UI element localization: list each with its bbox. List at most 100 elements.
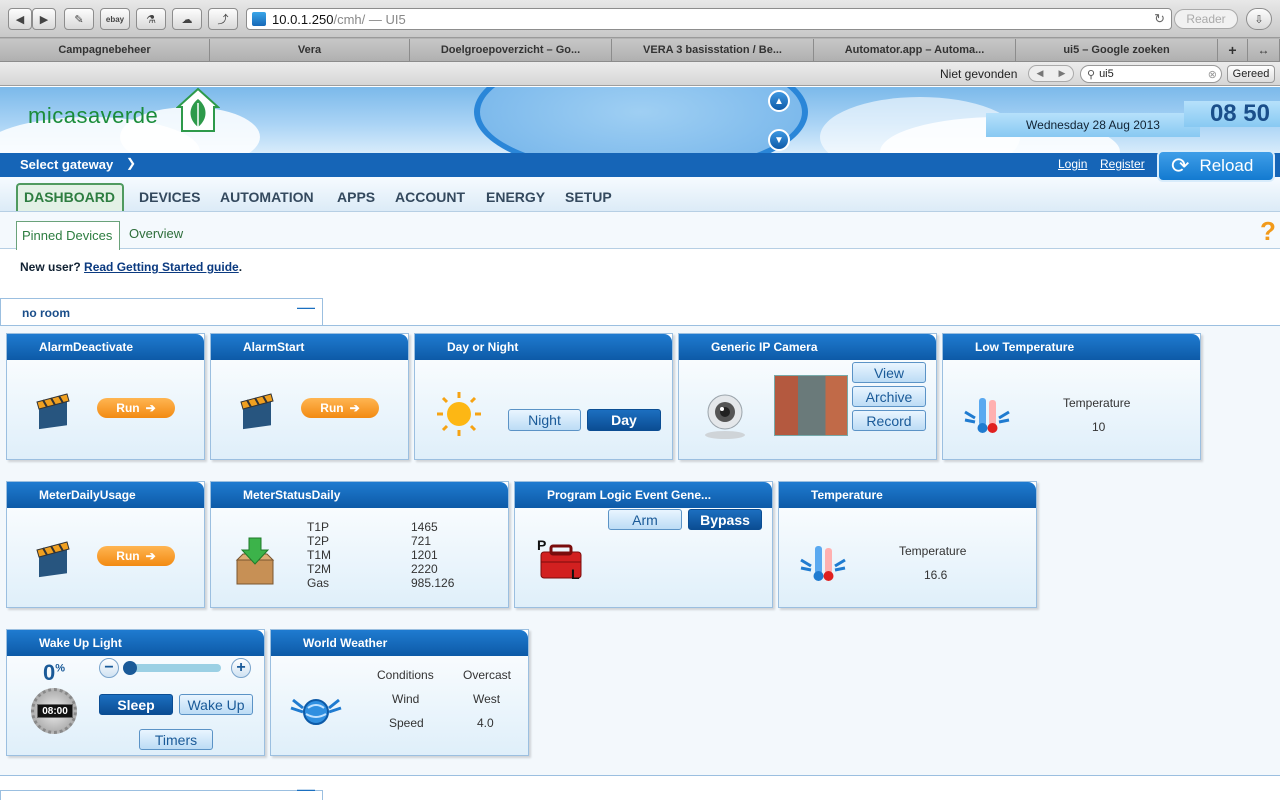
thermometer-icon [800,546,846,581]
device-card-world-weather: World Weather Conditions Overcast Wind W… [270,629,529,756]
device-card-wake-up-light: Wake Up Light 0% 08:00 − + Sleep Wake Up… [6,629,265,756]
alarm-clock-icon: 08:00 [31,688,77,734]
subtab-overview[interactable]: Overview [129,226,183,241]
page-header: micasaverde ▲ ▼ Wednesday 28 Aug 2013 08… [0,87,1280,153]
thermometer-icon [964,398,1010,433]
search-icon: ⚲ [1087,68,1096,81]
collapse-icon[interactable]: — [297,779,315,800]
url-domain: 10.0.1.250 [272,11,334,27]
dimmer-slider[interactable] [123,661,221,675]
login-link[interactable]: Login [1058,157,1087,171]
arm-button[interactable]: Arm [608,509,682,530]
svg-text:P: P [537,537,546,553]
date-display: Wednesday 28 Aug 2013 [986,113,1200,137]
ebay-bookmark-icon[interactable]: ebay [100,8,130,30]
browser-tab-bar: Campagnebeheer Vera Doelgroepoverzicht –… [0,38,1280,62]
tab-dashboard[interactable]: DASHBOARD [24,189,115,205]
browser-tab[interactable]: Vera [210,39,410,61]
meter-value: 1465 [411,520,438,534]
device-card-day-night: Day or Night Night Day [414,333,673,460]
day-button[interactable]: Day [587,409,661,431]
browser-tab[interactable]: Campagnebeheer [0,39,210,61]
device-title: MeterStatusDaily [211,482,508,508]
tab-overview-icon[interactable]: ↔ [1248,39,1280,61]
decrease-icon[interactable]: − [99,658,119,678]
reload-button[interactable]: ⟳ Reload [1157,150,1275,182]
tab-setup[interactable]: SETUP [565,189,612,205]
run-button[interactable]: Run ➔ [97,398,175,418]
tab-energy[interactable]: ENERGY [486,189,545,205]
scroll-down-icon[interactable]: ▼ [768,129,790,151]
arrow-right-icon: ➔ [145,401,156,415]
find-nav[interactable]: ◀ ▶ [1028,65,1074,82]
run-button[interactable]: Run ➔ [97,546,175,566]
forward-icon[interactable]: ▶ [32,8,56,30]
cloud-icon[interactable]: ☁ [172,8,202,30]
bypass-button[interactable]: Bypass [688,509,762,530]
browser-tab[interactable]: VERA 3 basisstation / Be... [612,39,814,61]
tab-automation[interactable]: AUTOMATION [220,189,314,205]
device-title: Generic IP Camera [679,334,936,360]
help-icon[interactable]: ? [1260,216,1276,247]
svg-text:L: L [571,566,580,580]
subtab-pinned-devices[interactable]: Pinned Devices [22,228,112,243]
find-done-button[interactable]: Gereed [1227,65,1275,83]
back-icon[interactable]: ◀ [8,8,32,30]
clear-icon[interactable]: ⊗ [1208,68,1217,81]
record-button[interactable]: Record [852,410,926,431]
browser-tab[interactable]: Doelgroepoverzicht – Go... [410,39,612,61]
find-prev-icon[interactable]: ◀ [1037,68,1044,79]
download-box-icon [235,537,275,585]
getting-started-link[interactable]: Read Getting Started guide [84,260,239,274]
select-gateway[interactable]: Select gateway [20,157,113,172]
browser-tab[interactable]: Automator.app – Automa... [814,39,1016,61]
device-title: Low Temperature [943,334,1200,360]
share-icon[interactable]: ⤴ [208,8,238,30]
tab-devices[interactable]: DEVICES [139,189,200,205]
download-icon[interactable]: ⇩ [1246,8,1272,30]
bookmark-icon[interactable]: ⚗ [136,8,166,30]
temperature-label: Temperature [1063,396,1131,410]
increase-icon[interactable]: + [231,658,251,678]
meter-key: Gas [307,576,330,590]
find-next-icon[interactable]: ▶ [1059,68,1066,79]
tab-account[interactable]: ACCOUNT [395,189,465,205]
wake-up-button[interactable]: Wake Up [179,694,253,715]
device-title: Program Logic Event Gene... [515,482,772,508]
find-input[interactable]: ⚲ ui5 ⊗ [1080,65,1222,83]
sleep-button[interactable]: Sleep [99,694,173,715]
device-card-camera: Generic IP Camera View Archive Record [678,333,937,460]
run-label: Run [320,401,344,415]
archive-button[interactable]: Archive [852,386,926,407]
reload-label: Reload [1199,156,1254,175]
tab-apps[interactable]: APPS [337,189,375,205]
browser-tab[interactable]: ui5 – Google zoeken [1016,39,1218,61]
sub-tabs: Pinned Devices Overview ? [0,212,1280,250]
run-button[interactable]: Run ➔ [301,398,379,418]
find-input-value: ui5 [1099,68,1114,80]
timers-button[interactable]: Timers [139,729,213,750]
scene-clapper-icon [36,541,70,578]
night-button[interactable]: Night [508,409,581,431]
new-tab-icon[interactable]: + [1218,39,1248,61]
scroll-up-icon[interactable]: ▲ [768,90,790,112]
edit-icon[interactable]: ✎ [64,8,94,30]
dimmer-level-value: 0 [43,660,56,685]
room-name: no room [22,306,70,320]
temperature-value: 16.6 [924,568,948,582]
refresh-icon[interactable]: ↻ [1154,11,1165,27]
meter-value: 721 [411,534,432,548]
device-card-alarm-start: AlarmStart Run ➔ [210,333,409,460]
reader-button[interactable]: Reader [1174,9,1238,29]
address-bar[interactable]: 10.0.1.250 /cmh/ — UI5 ↻ [246,8,1172,30]
camera-thumbnail[interactable] [774,375,848,436]
new-user-notice: New user? Read Getting Started guide. [20,260,242,274]
control-dial [474,87,808,153]
register-link[interactable]: Register [1100,157,1145,171]
arrow-right-icon: ➔ [145,549,156,563]
device-card-meter-daily-usage: MeterDailyUsage Run ➔ [6,481,205,608]
slider-handle[interactable] [123,661,137,675]
collapse-icon[interactable]: — [297,297,315,318]
chevron-down-icon[interactable]: ❯ [126,156,136,170]
view-button[interactable]: View [852,362,926,383]
